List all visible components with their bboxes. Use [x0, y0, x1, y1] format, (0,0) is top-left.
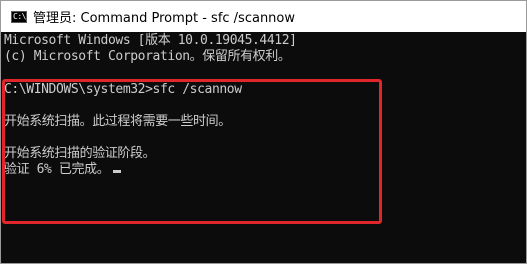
verify-phase-text: 开始系统扫描的验证阶段。 [4, 146, 156, 161]
cmd-icon-glyph: C:\ [13, 11, 26, 21]
title-bar[interactable]: C:\ 管理员: Command Prompt - sfc /scannow [1, 1, 526, 32]
console-line-scan-start: 开始系统扫描。此过程将需要一些时间。 [4, 114, 231, 129]
console-line-command: C:\WINDOWS\system32>sfc /scannow [4, 82, 242, 97]
console-line-version: Microsoft Windows [版本 10.0.19045.4412] [4, 33, 297, 48]
command-prompt-window: C:\ 管理员: Command Prompt - sfc /scannow M… [0, 0, 527, 264]
console-line-progress: 验证 6% 已完成。 [4, 162, 122, 178]
cmd-icon: C:\ [11, 10, 27, 23]
text-cursor [113, 170, 122, 173]
console-output[interactable]: Microsoft Windows [版本 10.0.19045.4412] (… [1, 32, 526, 263]
console-line-verify-phase: 开始系统扫描的验证阶段。 [4, 146, 156, 162]
progress-text: 验证 6% 已完成。 [4, 162, 110, 177]
window-title: 管理员: Command Prompt - sfc /scannow [33, 11, 296, 26]
console-line-copyright: (c) Microsoft Corporation。保留所有权利。 [4, 49, 291, 64]
